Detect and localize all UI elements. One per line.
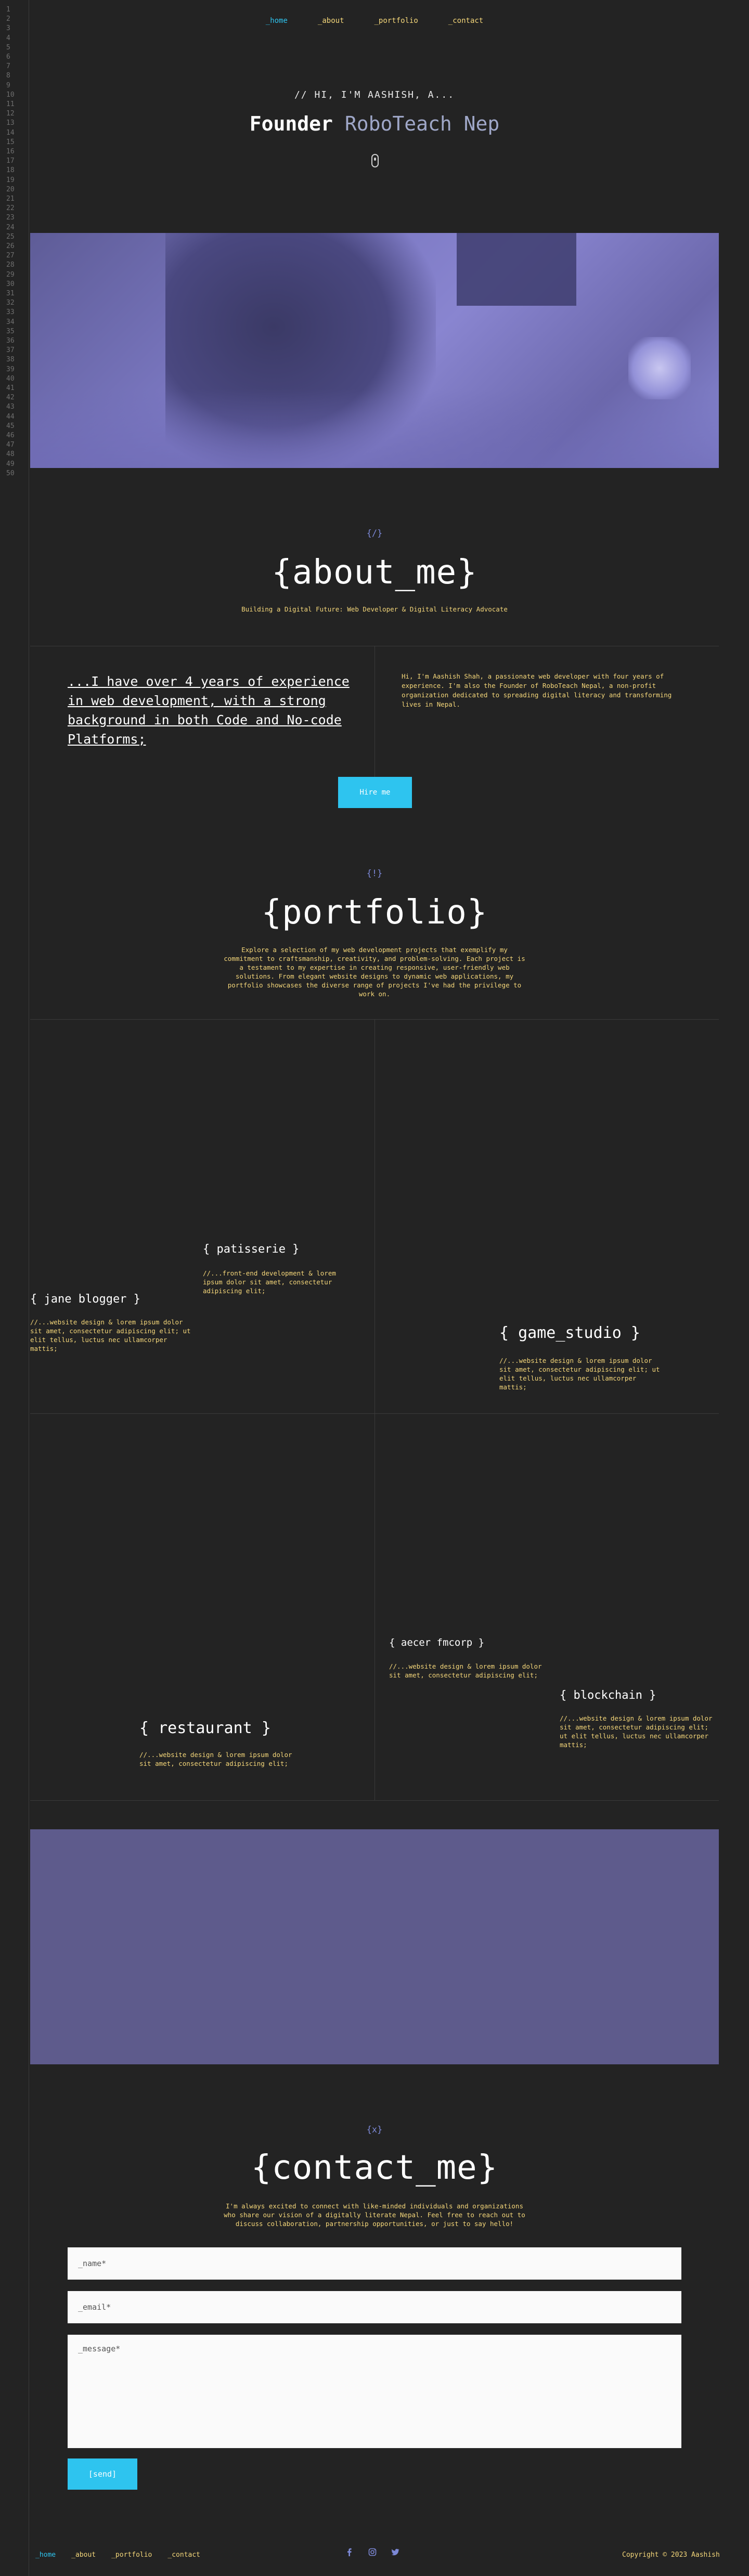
hero-title-main: Founder <box>249 112 333 135</box>
line-number: 45 <box>6 422 15 430</box>
instagram-icon[interactable] <box>368 2548 377 2556</box>
line-number: 19 <box>6 176 15 184</box>
twitter-icon[interactable] <box>391 2548 399 2556</box>
about-title: {about_me} <box>272 553 477 592</box>
line-number: 35 <box>6 327 15 335</box>
line-number: 33 <box>6 308 15 317</box>
about-icon: {/} <box>366 528 383 539</box>
hero-image <box>30 233 719 468</box>
contact-icon: {x} <box>366 2125 383 2135</box>
line-number: 40 <box>6 374 15 383</box>
line-number: 30 <box>6 280 15 288</box>
project-title[interactable]: { game_studio } <box>499 1324 640 1342</box>
contact-title: {contact_me} <box>251 2149 498 2187</box>
line-number: 37 <box>6 346 15 355</box>
hero-eyebrow: // HI, I'M AASHISH, A... <box>294 89 455 100</box>
project-description: //...website design & lorem ipsum dolor … <box>499 1357 660 1391</box>
project-title[interactable]: { aecer fmcorp } <box>389 1637 484 1648</box>
copyright: Copyright © 2023 Aashish <box>622 2551 720 2559</box>
line-number: 23 <box>6 214 15 222</box>
line-number: 47 <box>6 441 15 449</box>
nav-item-contact[interactable]: _contact <box>448 17 483 25</box>
project-title[interactable]: { jane blogger } <box>30 1293 140 1306</box>
line-number: 36 <box>6 337 15 345</box>
line-number: 6 <box>6 53 10 61</box>
portfolio-description: Explore a selection of my web developmen… <box>224 946 525 998</box>
footer-nav-about[interactable]: _about <box>71 2551 96 2559</box>
line-number: 24 <box>6 223 15 231</box>
about-text: Hi, I'm Aashish Shah, a passionate web d… <box>402 672 672 708</box>
project-description: //...website design & lorem ipsum dolor … <box>389 1662 542 1679</box>
line-number: 25 <box>6 232 15 241</box>
line-number: 8 <box>6 72 10 80</box>
line-number: 9 <box>6 81 10 89</box>
line-number: 16 <box>6 148 15 155</box>
top-nav: _home _about _portfolio _contact <box>0 17 749 25</box>
line-number: 32 <box>6 299 15 307</box>
project-description: //...front-end development & lorem ipsum… <box>203 1269 336 1295</box>
line-number: 39 <box>6 365 15 373</box>
line-number: 27 <box>6 252 15 260</box>
line-number: 31 <box>6 290 15 297</box>
line-number-gutter: 1 2 3 4 5 6 7 8 9 10 11 12 13 14 15 16 17 18 19 20 21 22 23 24 2… <box>0 0 29 2576</box>
line-number: 21 <box>6 195 15 203</box>
name-field[interactable] <box>68 2247 681 2280</box>
line-number: 1 <box>6 6 10 14</box>
line-number: 26 <box>6 242 15 250</box>
line-number: 20 <box>6 185 15 193</box>
project-description: //...website design & lorem ipsum dolor … <box>139 1751 292 1767</box>
line-number: 34 <box>6 318 15 326</box>
line-number: 41 <box>6 384 15 392</box>
project-description: //...website design & lorem ipsum dolor … <box>30 1318 191 1352</box>
message-field[interactable] <box>68 2335 681 2448</box>
divider <box>30 1800 719 1801</box>
line-number: 48 <box>6 450 15 459</box>
divider <box>374 646 375 777</box>
line-number: 46 <box>6 432 15 439</box>
line-number: 43 <box>6 403 15 411</box>
social-links <box>345 2548 399 2556</box>
line-number: 38 <box>6 356 15 364</box>
line-number: 4 <box>6 34 10 42</box>
email-field[interactable] <box>68 2291 681 2323</box>
divider <box>374 1019 375 1800</box>
contact-banner-image <box>30 1829 719 2064</box>
footer-nav-home[interactable]: _home <box>35 2551 56 2559</box>
line-number: 5 <box>6 43 10 51</box>
facebook-icon[interactable] <box>345 2548 354 2556</box>
line-number: 28 <box>6 261 15 269</box>
about-subtitle: Building a Digital Future: Web Developer… <box>241 605 508 613</box>
portfolio-title: {portfolio} <box>261 893 488 932</box>
send-button[interactable]: [send] <box>68 2458 137 2490</box>
hero-title: Founder RoboTeach Nep <box>0 112 749 135</box>
line-number: 50 <box>6 469 15 477</box>
project-title[interactable]: { patisserie } <box>203 1243 299 1256</box>
footer-nav-contact[interactable]: _contact <box>167 2551 200 2559</box>
nav-item-portfolio[interactable]: _portfolio <box>374 17 418 25</box>
hero-title-accent: RoboTeach Nep <box>344 112 500 135</box>
line-number: 44 <box>6 412 15 421</box>
nav-item-about[interactable]: _about <box>318 17 344 25</box>
line-number: 15 <box>6 138 15 146</box>
line-number: 42 <box>6 394 15 402</box>
scroll-mouse-icon[interactable] <box>371 154 379 167</box>
line-number: 3 <box>6 24 10 33</box>
about-quote: ...I have over 4 years of experience in … <box>68 674 350 747</box>
line-number: 29 <box>6 270 15 279</box>
portfolio-icon: {!} <box>366 868 383 879</box>
contact-description: I'm always excited to connect with like-… <box>224 2202 525 2228</box>
project-description: //...website design & lorem ipsum dolor … <box>560 1714 713 1749</box>
nav-item-home[interactable]: _home <box>266 17 288 25</box>
footer-nav: _home _about _portfolio _contact <box>35 2551 200 2559</box>
line-number: 17 <box>6 157 15 165</box>
project-title[interactable]: { restaurant } <box>139 1719 271 1737</box>
line-number: 11 <box>6 100 15 108</box>
line-number: 18 <box>6 166 15 175</box>
line-number: 49 <box>6 460 15 468</box>
project-title[interactable]: { blockchain } <box>560 1689 656 1702</box>
footer-nav-portfolio[interactable]: _portfolio <box>111 2551 152 2559</box>
line-number: 7 <box>6 62 10 71</box>
hire-me-button[interactable]: Hire me <box>338 777 412 808</box>
line-number: 22 <box>6 204 15 213</box>
